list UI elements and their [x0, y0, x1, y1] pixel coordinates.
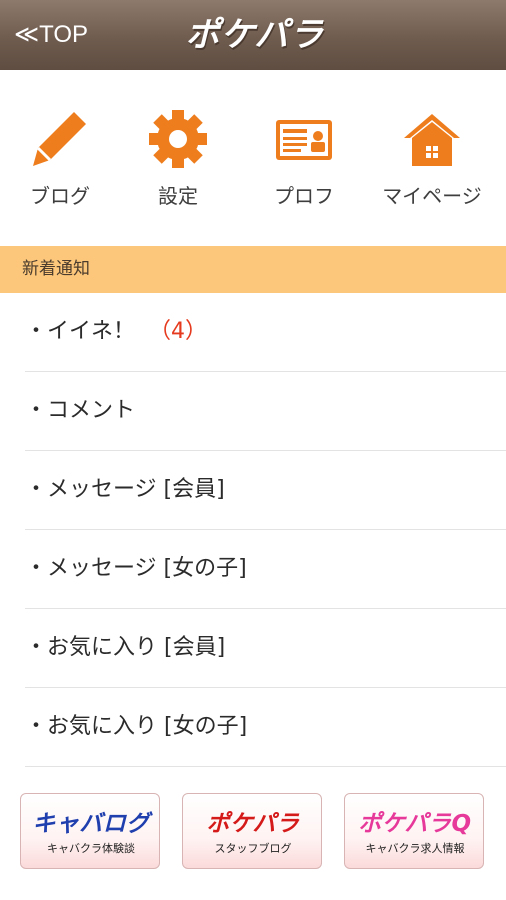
pencil-icon	[0, 108, 120, 170]
list-item-label: ・イイネ！	[25, 319, 136, 344]
back-to-top-link[interactable]: ≪TOP	[14, 18, 88, 52]
partner-banners: キャバログ キャバクラ体験談 ポケパラ スタッフブログ ポケパラQ キャバクラ求…	[0, 793, 506, 873]
list-item-label: ・メッセージ [女の子]	[25, 556, 247, 581]
notification-like-item[interactable]: ・イイネ！ （4）	[25, 293, 506, 372]
cabalog-banner[interactable]: キャバログ キャバクラ体験談	[20, 793, 160, 869]
nav-settings-button[interactable]: 設定	[118, 100, 238, 215]
app-header: ≪TOP ポケパラ	[0, 0, 506, 70]
nav-mypage-label: マイページ	[382, 184, 482, 208]
cabalog-subtitle: キャバクラ体験談	[47, 842, 135, 855]
list-item-label: ・メッセージ [会員]	[25, 477, 225, 502]
nav-profile-button[interactable]: プロフ	[244, 100, 364, 215]
notification-message-girl-item[interactable]: ・メッセージ [女の子]	[25, 530, 506, 609]
list-item-text: ・イイネ！ （4）	[25, 293, 207, 371]
nav-mypage-button[interactable]: マイページ	[372, 100, 492, 215]
pokepara-logo: ポケパラ	[206, 811, 300, 837]
pokepara-staff-blog-banner[interactable]: ポケパラ スタッフブログ	[182, 793, 322, 869]
list-item-label: ・お気に入り [会員]	[25, 635, 226, 660]
notification-favorite-member-item[interactable]: ・お気に入り [会員]	[25, 609, 506, 688]
nav-settings-label: 設定	[158, 184, 198, 208]
pokepara-q-logo: ポケパラQ	[358, 811, 472, 837]
staff-blog-subtitle: スタッフブログ	[214, 842, 292, 855]
pokepara-q-banner[interactable]: ポケパラQ キャバクラ求人情報	[344, 793, 484, 869]
app-logo[interactable]: ポケパラ	[170, 12, 340, 58]
like-count-badge: （4）	[149, 319, 208, 344]
list-item-label: ・お気に入り [女の子]	[25, 714, 248, 739]
nav-blog-button[interactable]: ブログ	[0, 100, 120, 215]
gear-icon	[118, 108, 238, 170]
nav-profile-label: プロフ	[274, 184, 334, 208]
house-icon	[372, 108, 492, 170]
profile-card-icon	[244, 108, 364, 170]
notification-message-member-item[interactable]: ・メッセージ [会員]	[25, 451, 506, 530]
job-info-subtitle: キャバクラ求人情報	[365, 842, 465, 855]
nav-blog-label: ブログ	[30, 184, 90, 208]
cabalog-logo: キャバログ	[32, 811, 150, 837]
notifications-header: 新着通知	[0, 246, 506, 293]
notifications-title: 新着通知	[22, 259, 90, 279]
notification-comment-item[interactable]: ・コメント	[25, 372, 506, 451]
icon-nav: ブログ 設定 プロフ マイページ	[0, 100, 506, 220]
notification-favorite-girl-item[interactable]: ・お気に入り [女の子]	[25, 688, 506, 767]
list-item-label: ・コメント	[25, 398, 136, 423]
